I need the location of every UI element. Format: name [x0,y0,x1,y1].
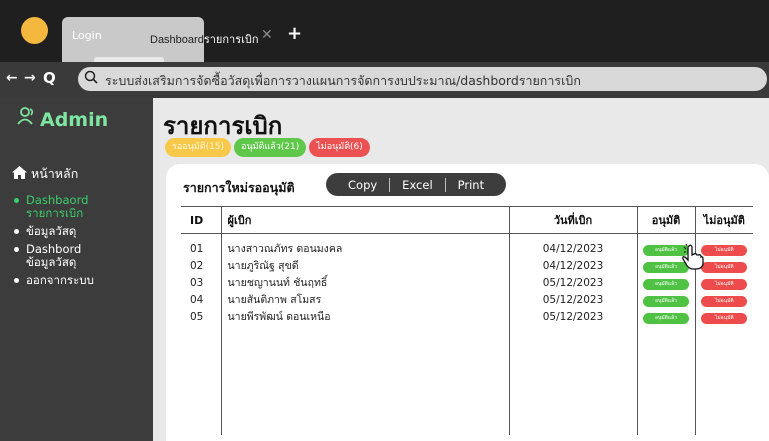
reject-button[interactable]: ไม่อนุมัติ [701,278,748,290]
sidebar-item-label: Dashbaord รายการเบิก [26,193,89,220]
sidebar: Admin หน้าหลัก Dashbaord รายการเบิก ข้อม… [0,98,153,441]
sidebar-item-label: Dashbord ข้อมูลวัสดุ [26,242,82,269]
sidebar-item-home[interactable]: หน้าหลัก [12,164,78,184]
users-icon [17,107,34,125]
reject-button[interactable]: ไม่อนุมัติ [701,261,748,273]
column-header-id: ID [181,206,221,234]
brand: Admin [16,106,108,131]
approved-badge[interactable]: อนุมัติแล้ว(21) [234,138,307,157]
row-date: 05/12/2023 [508,291,637,308]
column-header-approve: อนุมัติ [636,206,695,234]
rejected-badge[interactable]: ไม่อนุมัติ(6) [309,138,370,157]
export-button-group: Copy Excel Print [326,173,507,196]
excel-button[interactable]: Excel [390,178,444,192]
sidebar-item-dashboard-withdrawals[interactable]: Dashbaord รายการเบิก [12,194,94,220]
row-name: นางสาวณภัทร ดอนมงคล [220,233,509,257]
tab-dashboard-label: Dashboard [150,34,204,46]
status-badges: รออนุมัติ(15) อนุมัติแล้ว(21) ไม่อนุมัติ… [165,138,370,157]
table-empty-space [181,325,753,435]
row-date: 05/12/2023 [508,308,637,325]
pending-requests-panel: รายการใหม่รออนุมัติ Copy Excel Print ID … [166,164,769,441]
browser-titlebar: Login Dashboardรายการเบิก ✕ + [0,0,769,63]
table-header: ID ผู้เบิก วันที่เบิก อนุมัติ ไม่อนุมัติ [181,206,753,234]
row-id: 02 [190,259,204,272]
tab-dashboard[interactable]: Dashboardรายการเบิก [150,30,259,48]
row-id: 01 [190,242,204,255]
row-date: 04/12/2023 [508,257,637,274]
row-id: 03 [190,276,204,289]
tab-dashboard-label-suffix: รายการเบิก [203,34,259,46]
table-row: 03 นายชญานนท์ ชันฤทธิ์ 05/12/2023 อนุมัต… [181,274,753,291]
back-arrow-icon[interactable]: ← [6,70,18,86]
table-row: 02 นายภูริณัฐ สุขดี 04/12/2023 อนุมัติแล… [181,257,753,274]
address-bar: ← → Q ระบบส่งเสริมการจัดซื้อวัสดุเพื่อกา… [0,62,769,98]
row-date: 04/12/2023 [508,233,637,257]
url-text: ระบบส่งเสริมการจัดซื้อวัสดุเพื่อการวางแผ… [105,73,581,88]
home-icon [12,166,27,179]
approve-button[interactable]: อนุมัติแล้ว [643,312,689,324]
forward-arrow-icon[interactable]: → [24,70,36,86]
search-icon [84,70,98,84]
sidebar-item-materials[interactable]: ข้อมูลวัสดุ [12,225,94,238]
row-id: 04 [190,293,204,306]
reject-button[interactable]: ไม่อนุมัติ [701,312,748,324]
copy-button[interactable]: Copy [336,178,389,192]
tab-login-label: Login [72,29,102,42]
url-field[interactable]: ระบบส่งเสริมการจัดซื้อวัสดุเพื่อการวางแผ… [78,67,767,91]
sidebar-item-logout[interactable]: ออกจากระบบ [12,274,94,287]
sidebar-nav: Dashbaord รายการเบิก ข้อมูลวัสดุ Dashbor… [12,194,94,292]
column-header-date: วันที่เบิก [508,206,637,234]
hand-cursor-icon [682,244,704,270]
sidebar-item-label: ข้อมูลวัสดุ [26,224,77,238]
row-date: 05/12/2023 [508,274,637,291]
app-logo-icon [21,17,48,44]
requests-table: ID ผู้เบิก วันที่เบิก อนุมัติ ไม่อนุมัติ… [181,206,753,435]
table-row: 05 นายพีรพัฒน์ ดอนเหนือ 05/12/2023 อนุมั… [181,308,753,325]
row-id: 05 [190,310,204,323]
reload-icon[interactable]: Q [43,70,56,86]
table-row: 04 นายสันติภาพ สโมสร 05/12/2023 อนุมัติแ… [181,291,753,308]
reject-button[interactable]: ไม่อนุมัติ [701,295,748,307]
row-name: นายพีรพัฒน์ ดอนเหนือ [220,308,509,325]
reject-button[interactable]: ไม่อนุมัติ [701,244,748,256]
sidebar-item-label: ออกจากระบบ [26,273,94,287]
row-name: นายชญานนท์ ชันฤทธิ์ [220,274,509,291]
column-header-name: ผู้เบิก [220,206,509,234]
panel-title: รายการใหม่รออนุมัติ [183,180,295,195]
sidebar-item-dashboard-materials[interactable]: Dashbord ข้อมูลวัสดุ [12,243,94,269]
brand-label: Admin [40,109,109,131]
approve-button[interactable]: อนุมัติแล้ว [643,295,689,307]
sidebar-item-home-label: หน้าหลัก [30,166,79,181]
new-tab-button[interactable]: + [287,25,302,43]
approve-button[interactable]: อนุมัติแล้ว [643,278,689,290]
row-name: นายภูริณัฐ สุขดี [220,257,509,274]
row-name: นายสันติภาพ สโมสร [220,291,509,308]
table-row: 01 นางสาวณภัทร ดอนมงคล 04/12/2023 อนุมัต… [181,233,753,257]
close-icon[interactable]: ✕ [261,28,273,42]
main-content: รายการเบิก รออนุมัติ(15) อนุมัติแล้ว(21)… [153,98,769,441]
pending-badge[interactable]: รออนุมัติ(15) [165,138,232,157]
print-button[interactable]: Print [446,178,496,192]
column-header-reject: ไม่อนุมัติ [694,206,753,234]
